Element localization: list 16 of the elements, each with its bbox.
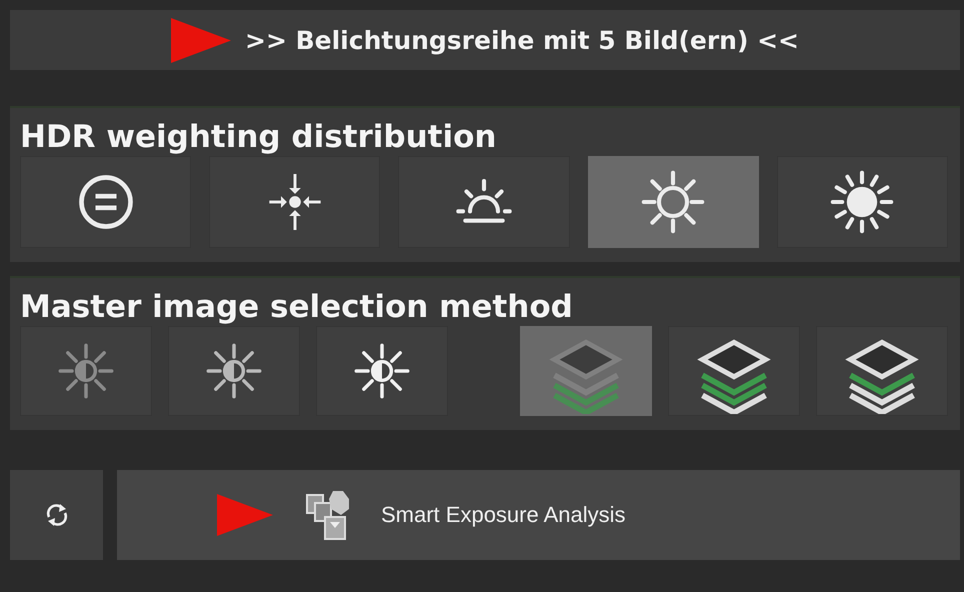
header-title: >> Belichtungsreihe mit 5 Bild(ern) << [245, 26, 799, 54]
option-button[interactable] [20, 156, 192, 248]
option-button[interactable] [168, 326, 300, 416]
option-button[interactable] [316, 326, 448, 416]
option-button[interactable] [209, 156, 380, 248]
section-title: Master image selection method [20, 288, 574, 326]
analysis-button[interactable]: Smart Exposure Analysis [117, 470, 960, 560]
pointer-triangle-icon [217, 494, 273, 536]
stacked-images-icon [303, 489, 351, 541]
section-title: HDR weighting distribution [20, 118, 498, 156]
option-button[interactable] [588, 156, 759, 248]
option-button[interactable] [398, 156, 570, 248]
option-button[interactable] [776, 156, 948, 248]
option-button[interactable] [668, 326, 800, 416]
option-button[interactable] [816, 326, 948, 416]
pointer-triangle-icon [171, 18, 231, 62]
